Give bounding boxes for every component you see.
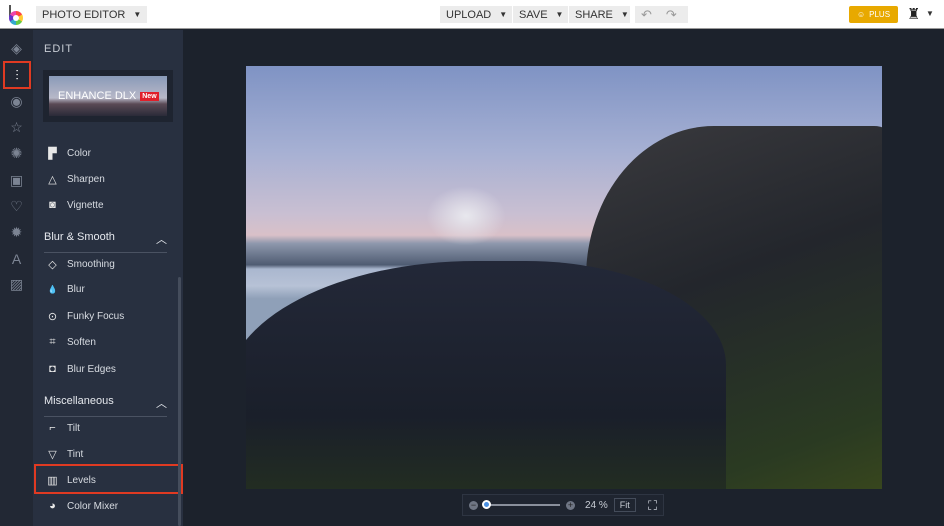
fit-button[interactable]: Fit (613, 498, 636, 512)
edit-adjust-icon[interactable]: ⫶ (3, 61, 31, 89)
funky-focus-icon: ⊙ (47, 311, 58, 323)
zoom-value: 24 % (585, 499, 608, 511)
user-avatar-icon[interactable]: ♜ (907, 5, 920, 23)
heart-icon[interactable]: ♡ (6, 196, 27, 217)
tool-blur[interactable]: 💧 Blur (47, 284, 85, 295)
blur-drop-icon: 💧 (47, 285, 58, 294)
share-button[interactable]: SHARE ▼ (569, 6, 630, 23)
tool-funky-focus[interactable]: ⊙ Funky Focus (47, 310, 124, 323)
chevron-up-icon: ︿ (156, 234, 167, 246)
zoom-out-icon[interactable]: − (469, 500, 478, 510)
tool-blur-edges[interactable]: ◘ Blur Edges (47, 363, 116, 375)
tool-label: Tint (67, 449, 84, 460)
tool-color[interactable]: ▛ Color (47, 147, 91, 160)
smoothing-icon: ◇ (48, 259, 57, 271)
zoom-slider[interactable] (482, 500, 560, 509)
section-title: Miscellaneous (44, 395, 114, 407)
tool-smoothing[interactable]: ◇ Smoothing (47, 258, 115, 271)
upload-button[interactable]: UPLOAD ▼ (440, 6, 512, 23)
frame-icon[interactable]: ▣ (6, 170, 27, 191)
eye-icon[interactable]: ◉ (6, 91, 27, 112)
app-logo[interactable] (9, 5, 24, 25)
tool-tint[interactable]: ▽ Tint (47, 448, 83, 461)
layers-icon[interactable]: ◈ (6, 38, 27, 59)
zoom-controls: − + 24 % Fit (462, 494, 664, 516)
history-buttons: ↶ ↷ (635, 6, 688, 23)
blur-edges-icon: ◘ (49, 363, 56, 375)
sharpen-icon: △ (48, 174, 57, 186)
zoom-in-icon[interactable]: + (566, 500, 575, 510)
section-blur-smooth[interactable]: Blur & Smooth ︿ (44, 231, 167, 253)
chevron-up-icon: ︿ (156, 398, 167, 410)
soften-icon: ⌗ (49, 336, 56, 348)
tool-label: Color (67, 148, 91, 159)
tool-sharpen[interactable]: △ Sharpen (47, 173, 105, 186)
user-menu-caret-icon[interactable]: ▼ (926, 9, 934, 18)
tool-label: Smoothing (67, 259, 115, 270)
panel-title: EDIT (44, 43, 74, 55)
vignette-icon: ◙ (49, 199, 56, 211)
fullscreen-icon[interactable]: ⛶ (648, 498, 657, 514)
plus-label: PLUS (869, 10, 891, 19)
top-bar: PHOTO EDITOR ▼ UPLOAD ▼ SAVE ▼ SHARE ▼ ↶ ↷ ☺ P… (0, 0, 944, 29)
plus-button[interactable]: ☺ PLUS (849, 6, 898, 23)
tint-icon: ▽ (48, 449, 57, 461)
tool-label: Sharpen (67, 174, 105, 185)
tool-label: Vignette (67, 199, 104, 211)
section-title: Blur & Smooth (44, 231, 115, 243)
enhance-dlx-banner[interactable]: ENHANCE DLX New (43, 70, 173, 122)
photo-editor-menu[interactable]: PHOTO EDITOR ▼ (36, 6, 148, 23)
zoom-slider-handle[interactable] (482, 500, 491, 509)
tool-label: Soften (67, 337, 96, 348)
tool-label: Funky Focus (67, 311, 125, 322)
color-mixer-icon: ◕ (49, 500, 56, 512)
tool-label: Color Mixer (67, 500, 119, 512)
levels-highlight (34, 464, 183, 494)
app-menu-label: PHOTO EDITOR (42, 8, 126, 21)
plus-badge-icon: ☺ (856, 10, 866, 19)
color-icon: ▛ (48, 148, 57, 160)
tool-color-mixer[interactable]: ◕ Color Mixer (47, 500, 118, 512)
upload-label: UPLOAD (446, 8, 492, 21)
save-button[interactable]: SAVE ▼ (513, 6, 568, 23)
tilt-icon: ⌐ (49, 422, 56, 434)
caret-down-icon: ▼ (620, 10, 629, 19)
overlay-icon[interactable]: ▨ (6, 274, 27, 295)
caret-down-icon: ▼ (499, 10, 508, 19)
tool-label: Blur (67, 284, 85, 295)
redo-icon[interactable]: ↷ (666, 7, 677, 23)
text-icon[interactable]: A (6, 248, 27, 269)
tool-vignette[interactable]: ◙ Vignette (47, 199, 104, 211)
save-label: SAVE (519, 8, 548, 21)
caret-down-icon: ▼ (133, 10, 142, 19)
banner-title: ENHANCE DLX (58, 90, 137, 102)
smoke-plume (426, 186, 506, 246)
tool-label: Blur Edges (67, 363, 116, 375)
photo-canvas[interactable] (246, 66, 882, 489)
tool-label: Tilt (67, 422, 80, 434)
tool-soften[interactable]: ⌗ Soften (47, 336, 96, 349)
rock-foreground (246, 261, 726, 489)
section-miscellaneous[interactable]: Miscellaneous ︿ (44, 395, 167, 417)
new-badge: New (140, 91, 159, 101)
caret-down-icon: ▼ (555, 10, 564, 19)
tool-tilt[interactable]: ⌐ Tilt (47, 422, 80, 434)
panel-scrollbar[interactable] (178, 277, 181, 526)
tool-rail: ◈ ⫶ ◉ ☆ ✺ ▣ ♡ ✹ A ▨ (0, 30, 33, 526)
share-label: SHARE (575, 8, 613, 21)
texture-icon[interactable]: ✹ (6, 222, 27, 243)
badge-icon[interactable]: ✺ (6, 143, 27, 164)
undo-icon[interactable]: ↶ (641, 7, 652, 23)
star-icon[interactable]: ☆ (6, 117, 27, 138)
